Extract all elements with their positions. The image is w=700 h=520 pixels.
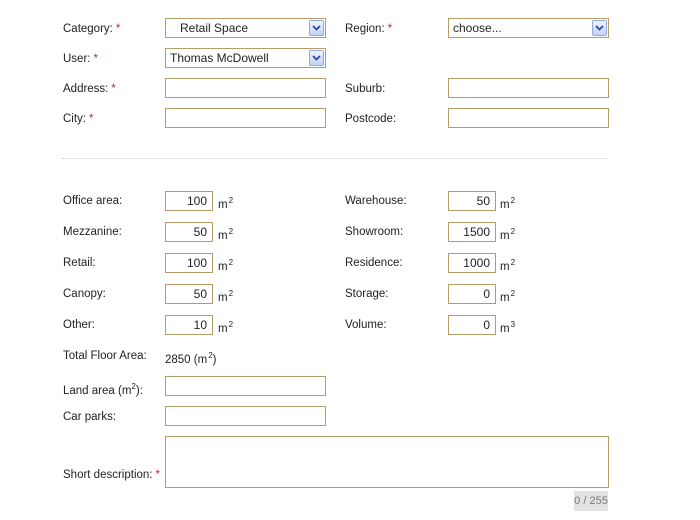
city-input[interactable]: [165, 108, 326, 128]
showroom-label: Showroom:: [345, 226, 404, 238]
showroom-input[interactable]: 1500: [448, 222, 496, 242]
region-select[interactable]: choose...: [448, 18, 609, 38]
short-description-label: Short description: *: [63, 469, 160, 481]
city-label: City: *: [63, 113, 94, 125]
office-area-unit: m2: [218, 196, 234, 211]
warehouse-label: Warehouse:: [345, 195, 407, 207]
required-marker: *: [387, 23, 393, 35]
storage-input[interactable]: 0: [448, 284, 496, 304]
volume-label: Volume:: [345, 319, 387, 331]
other-unit: m2: [218, 320, 234, 335]
land-area-input[interactable]: [165, 376, 326, 396]
storage-label: Storage:: [345, 288, 389, 300]
showroom-unit: m2: [500, 227, 516, 242]
mezzanine-label: Mezzanine:: [63, 226, 122, 238]
volume-unit: m3: [500, 320, 516, 335]
address-label: Address: *: [63, 83, 116, 95]
canopy-unit: m2: [218, 289, 234, 304]
warehouse-unit: m2: [500, 196, 516, 211]
section-divider: [62, 158, 608, 159]
warehouse-input[interactable]: 50: [448, 191, 496, 211]
total-floor-area-label: Total Floor Area:: [63, 350, 147, 362]
chevron-down-icon[interactable]: [309, 50, 324, 66]
character-counter: 0 / 255: [574, 491, 608, 511]
required-marker: *: [115, 23, 121, 35]
retail-input[interactable]: 100: [165, 253, 213, 273]
user-select-value: Thomas McDowell: [170, 51, 269, 65]
category-select[interactable]: Retail Space: [165, 18, 326, 38]
required-marker: *: [89, 113, 94, 125]
category-select-value: Retail Space: [180, 21, 249, 35]
required-marker: *: [111, 83, 116, 95]
canopy-label: Canopy:: [63, 288, 106, 300]
mezzanine-unit: m2: [218, 227, 234, 242]
region-label: Region: *: [345, 23, 393, 35]
retail-label: Retail:: [63, 257, 96, 269]
storage-unit: m2: [500, 289, 516, 304]
volume-input[interactable]: 0: [448, 315, 496, 335]
postcode-label: Postcode:: [345, 113, 397, 125]
required-marker: *: [93, 53, 98, 65]
office-area-label: Office area:: [63, 195, 123, 207]
required-marker: *: [155, 469, 160, 481]
user-label: User: *: [63, 53, 98, 65]
canopy-input[interactable]: 50: [165, 284, 213, 304]
residence-input[interactable]: 1000: [448, 253, 496, 273]
office-area-input[interactable]: 100: [165, 191, 213, 211]
total-floor-area-value: 2850 (m2): [165, 351, 217, 366]
chevron-down-icon[interactable]: [309, 20, 324, 36]
chevron-down-icon[interactable]: [592, 20, 607, 36]
car-parks-input[interactable]: [165, 406, 326, 426]
user-select[interactable]: Thomas McDowell: [165, 48, 326, 68]
postcode-input[interactable]: [448, 108, 609, 128]
suburb-label: Suburb:: [345, 83, 386, 95]
region-select-value: choose...: [453, 21, 502, 35]
residence-unit: m2: [500, 258, 516, 273]
other-input[interactable]: 10: [165, 315, 213, 335]
short-description-textarea[interactable]: [165, 436, 609, 488]
other-label: Other:: [63, 319, 95, 331]
residence-label: Residence:: [345, 257, 403, 269]
land-area-label: Land area (m2):: [63, 382, 143, 397]
suburb-input[interactable]: [448, 78, 609, 98]
retail-unit: m2: [218, 258, 234, 273]
category-label: Category: *: [63, 23, 121, 35]
mezzanine-input[interactable]: 50: [165, 222, 213, 242]
address-input[interactable]: [165, 78, 326, 98]
car-parks-label: Car parks:: [63, 411, 117, 423]
